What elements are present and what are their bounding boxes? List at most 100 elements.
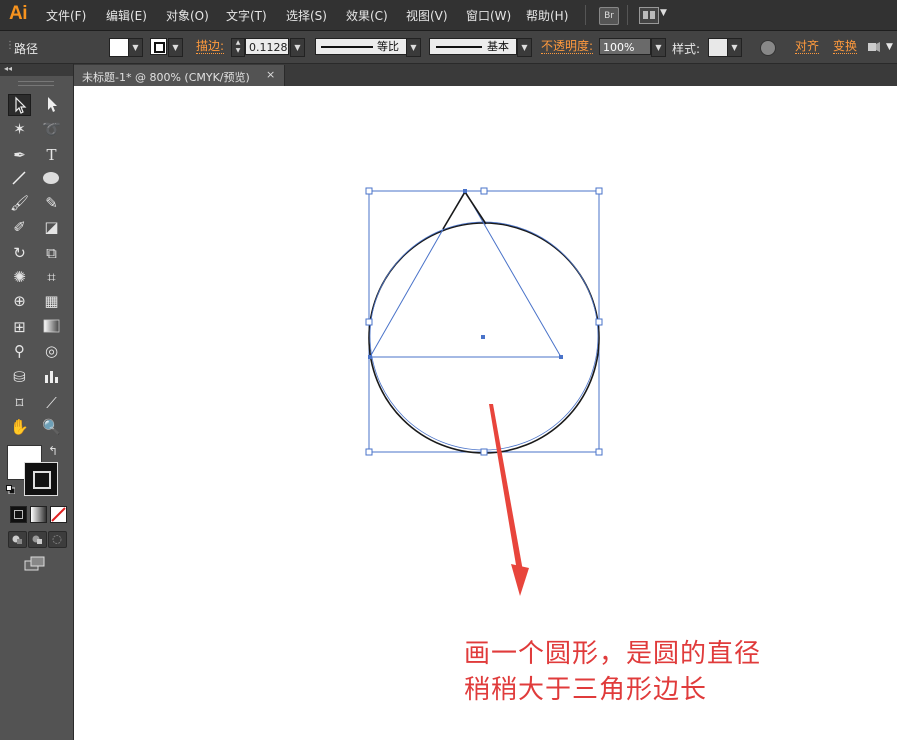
stroke-dropdown[interactable]: ▼ bbox=[168, 38, 183, 57]
menu-help[interactable]: 帮助(H) bbox=[526, 7, 568, 24]
artboard-tool[interactable]: ⌑ bbox=[8, 392, 31, 414]
draw-inside-button[interactable] bbox=[48, 531, 67, 548]
opacity-dropdown[interactable]: ▼ bbox=[651, 38, 666, 57]
menu-file[interactable]: 文件(F) bbox=[46, 7, 86, 24]
isolate-icon[interactable] bbox=[867, 41, 881, 53]
mesh-icon: ⊞ bbox=[13, 318, 26, 336]
menu-view[interactable]: 视图(V) bbox=[406, 7, 448, 24]
menu-window[interactable]: 窗口(W) bbox=[466, 7, 511, 24]
stroke-weight-dropdown[interactable]: ▼ bbox=[290, 38, 305, 57]
mesh-tool[interactable]: ⊞ bbox=[8, 316, 31, 338]
screen-mode-icon[interactable] bbox=[24, 556, 46, 572]
align-link[interactable]: 对齐 bbox=[795, 40, 820, 54]
style-label: 样式: bbox=[672, 42, 701, 56]
document-tab[interactable]: 未标题-1* @ 800% (CMYK/预览) × bbox=[74, 65, 285, 86]
stroke-weight-input[interactable]: 0.1128 bbox=[245, 38, 289, 55]
stroke-swatch[interactable] bbox=[150, 38, 167, 55]
graphic-style-swatch[interactable] bbox=[708, 38, 728, 57]
stroke-weight-stepper[interactable]: ▲ ▼ bbox=[231, 38, 245, 57]
eyedropper-tool[interactable]: ⚲ bbox=[8, 340, 31, 362]
panel-grip[interactable] bbox=[18, 81, 54, 86]
menu-effect[interactable]: 效果(C) bbox=[346, 7, 388, 24]
column-graph-tool[interactable] bbox=[40, 366, 63, 388]
type-tool[interactable]: T bbox=[40, 144, 63, 166]
free-transform-tool[interactable]: ⌗ bbox=[40, 266, 63, 288]
zoom-tool[interactable]: 🔍 bbox=[40, 416, 63, 438]
opacity-label-link[interactable]: 不透明度: bbox=[541, 40, 594, 54]
menu-type[interactable]: 文字(T) bbox=[226, 7, 267, 24]
blob-brush-icon: ✐ bbox=[13, 218, 26, 236]
perspective-grid-tool[interactable]: ▦ bbox=[40, 290, 63, 312]
line-tool[interactable] bbox=[8, 168, 31, 190]
scale-tool[interactable]: ⧉ bbox=[40, 242, 63, 264]
graphic-style-dropdown[interactable]: ▼ bbox=[727, 38, 742, 57]
transform-link[interactable]: 变换 bbox=[833, 40, 858, 54]
bridge-button[interactable]: Br bbox=[599, 7, 619, 25]
paintbrush-tool[interactable]: 🖌 bbox=[8, 192, 31, 214]
panel-menu-icon[interactable]: ▼ bbox=[886, 42, 893, 52]
rotate-icon: ↻ bbox=[13, 244, 26, 262]
type-icon: T bbox=[46, 146, 57, 164]
artboard-canvas[interactable]: 画一个圆形，是圆的直径 稍稍大于三角形边长 bbox=[74, 86, 897, 740]
column-graph-icon bbox=[45, 371, 58, 383]
selection-tool[interactable] bbox=[8, 94, 31, 116]
free-transform-icon: ⌗ bbox=[47, 268, 56, 286]
collapse-icon[interactable]: ◂◂ bbox=[4, 64, 12, 73]
default-fill-stroke-icon[interactable] bbox=[6, 485, 15, 494]
ellipse-tool[interactable] bbox=[40, 168, 63, 190]
anchor-points[interactable] bbox=[368, 189, 563, 359]
magic-wand-tool[interactable]: ✶ bbox=[8, 118, 31, 140]
draw-behind-button[interactable] bbox=[28, 531, 47, 548]
selection-bounding-box[interactable] bbox=[368, 190, 600, 453]
slice-tool[interactable]: ⟋ bbox=[40, 392, 63, 414]
brush-definition[interactable]: 基本 bbox=[429, 38, 517, 55]
stroke-color-box[interactable] bbox=[24, 462, 58, 496]
pen-tool[interactable]: ✒ bbox=[8, 144, 31, 166]
opacity-input[interactable]: 100% bbox=[599, 38, 651, 55]
gradient-tool[interactable] bbox=[40, 316, 63, 338]
draw-normal-button[interactable] bbox=[8, 531, 27, 548]
warp-tool[interactable]: ✺ bbox=[8, 266, 31, 288]
menu-object[interactable]: 对象(O) bbox=[166, 7, 209, 24]
fill-swatch[interactable] bbox=[109, 38, 129, 57]
menu-divider bbox=[585, 5, 586, 25]
draw-normal-icon bbox=[12, 535, 22, 544]
handle-middle-right bbox=[595, 318, 603, 326]
hand-tool[interactable]: ✋ bbox=[8, 416, 31, 438]
fill-dropdown[interactable]: ▼ bbox=[128, 38, 143, 57]
swap-fill-stroke-icon[interactable]: ↰ bbox=[48, 444, 58, 458]
annotation-text: 画一个圆形，是圆的直径 稍稍大于三角形边长 bbox=[464, 636, 761, 708]
pencil-tool[interactable]: ✎ bbox=[40, 192, 63, 214]
rotate-tool[interactable]: ↻ bbox=[8, 242, 31, 264]
close-icon[interactable]: × bbox=[266, 68, 275, 81]
menu-select[interactable]: 选择(S) bbox=[286, 7, 327, 24]
brush-label: 基本 bbox=[487, 40, 509, 53]
symbol-sprayer-tool[interactable]: ⛁ bbox=[8, 366, 31, 388]
profile-dropdown[interactable]: ▼ bbox=[406, 38, 421, 57]
direct-selection-tool[interactable] bbox=[40, 94, 63, 116]
recolor-artwork-icon[interactable] bbox=[760, 40, 776, 56]
blob-brush-tool[interactable]: ✐ bbox=[8, 216, 31, 238]
color-mode-button[interactable] bbox=[10, 506, 27, 523]
stroke-label-link[interactable]: 描边: bbox=[196, 40, 225, 54]
gradient-mode-button[interactable] bbox=[30, 506, 47, 523]
arrange-documents-icon[interactable] bbox=[639, 7, 659, 24]
paintbrush-icon: 🖌 bbox=[9, 194, 30, 212]
profile-label: 等比 bbox=[377, 40, 399, 53]
brush-dropdown[interactable]: ▼ bbox=[517, 38, 532, 57]
chevron-down-icon[interactable]: ▼ bbox=[660, 8, 667, 18]
pen-icon: ✒ bbox=[13, 146, 26, 164]
menu-edit[interactable]: 编辑(E) bbox=[106, 7, 147, 24]
eraser-tool[interactable]: ◪ bbox=[40, 216, 63, 238]
lasso-tool[interactable]: ➰ bbox=[40, 118, 63, 140]
warp-icon: ✺ bbox=[13, 268, 26, 286]
lasso-icon: ➰ bbox=[42, 120, 61, 138]
none-mode-button[interactable] bbox=[50, 506, 67, 523]
triangle-path[interactable] bbox=[369, 189, 562, 358]
shape-builder-tool[interactable]: ⊕ bbox=[8, 290, 31, 312]
variable-width-profile[interactable]: 等比 bbox=[315, 38, 407, 55]
handle-bottom-right bbox=[595, 448, 603, 456]
blend-tool[interactable]: ◎ bbox=[40, 340, 63, 362]
anchor-triangle-right bbox=[559, 355, 563, 359]
handle-top-left bbox=[365, 187, 373, 195]
